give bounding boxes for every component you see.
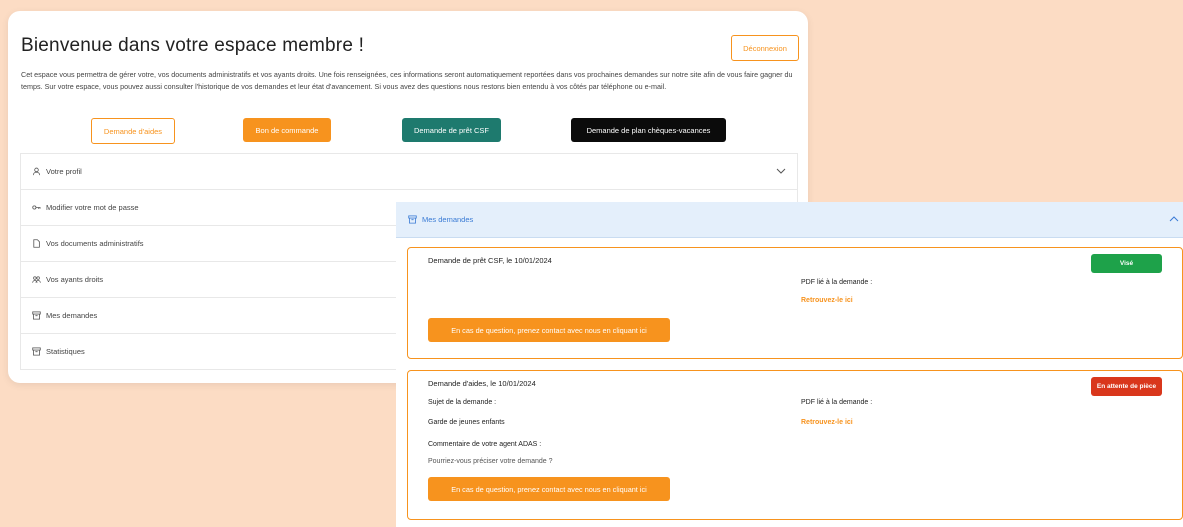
status-badge: En attente de pièce <box>1091 377 1162 396</box>
page-title: Bienvenue dans votre espace membre ! <box>21 35 365 56</box>
mes-demandes-panel: Mes demandes Demande de prêt CSF, le 10/… <box>396 202 1183 527</box>
accordion-item-label: Mes demandes <box>46 311 98 320</box>
user-icon <box>32 167 41 176</box>
key-icon <box>32 203 41 212</box>
users-icon <box>32 275 41 284</box>
bon-de-commande-button[interactable]: Bon de commande <box>243 118 331 142</box>
subject-label: Sujet de la demande : <box>428 399 497 406</box>
pdf-label: PDF lié à la demande : <box>801 399 873 406</box>
request-card: Demande d'aides, le 10/01/2024 En attent… <box>407 370 1183 520</box>
pdf-link[interactable]: Retrouvez-le ici <box>801 419 853 426</box>
demande-pret-csf-button[interactable]: Demande de prêt CSF <box>402 118 501 142</box>
pdf-link[interactable]: Retrouvez-le ici <box>801 297 853 304</box>
panel-title: Mes demandes <box>422 215 474 224</box>
accordion-item-profil[interactable]: Votre profil <box>21 154 797 190</box>
contact-button[interactable]: En cas de question, prenez contact avec … <box>428 477 670 501</box>
archive-icon <box>32 311 41 320</box>
request-title: Demande de prêt CSF, le 10/01/2024 <box>428 256 552 265</box>
archive-icon <box>408 215 417 224</box>
comment-label: Commentaire de votre agent ADAS : <box>428 441 542 448</box>
contact-button[interactable]: En cas de question, prenez contact avec … <box>428 318 670 342</box>
accordion-item-label: Vos documents administratifs <box>46 239 144 248</box>
accordion-item-label: Vos ayants droits <box>46 275 104 284</box>
request-card: Demande de prêt CSF, le 10/01/2024 Visé … <box>407 247 1183 359</box>
logout-button[interactable]: Déconnexion <box>731 35 799 61</box>
demande-cheques-vacances-button[interactable]: Demande de plan chèques-vacances <box>571 118 726 142</box>
chevron-down-icon[interactable] <box>776 167 786 176</box>
accordion-item-label: Statistiques <box>46 347 85 356</box>
request-title: Demande d'aides, le 10/01/2024 <box>428 379 536 388</box>
demande-aides-button[interactable]: Demande d'aides <box>91 118 175 144</box>
accordion-item-label: Modifier votre mot de passe <box>46 203 139 212</box>
comment-value: Pourriez-vous préciser votre demande ? <box>428 458 553 465</box>
document-icon <box>32 239 41 248</box>
mes-demandes-header[interactable]: Mes demandes <box>396 202 1183 238</box>
archive-icon <box>32 347 41 356</box>
subject-value: Garde de jeunes enfants <box>428 419 505 426</box>
chevron-up-icon[interactable] <box>1169 215 1179 224</box>
accordion-item-label: Votre profil <box>46 167 82 176</box>
pdf-label: PDF lié à la demande : <box>801 279 873 286</box>
status-badge: Visé <box>1091 254 1162 273</box>
intro-text: Cet espace vous permettra de gérer votre… <box>21 70 793 91</box>
